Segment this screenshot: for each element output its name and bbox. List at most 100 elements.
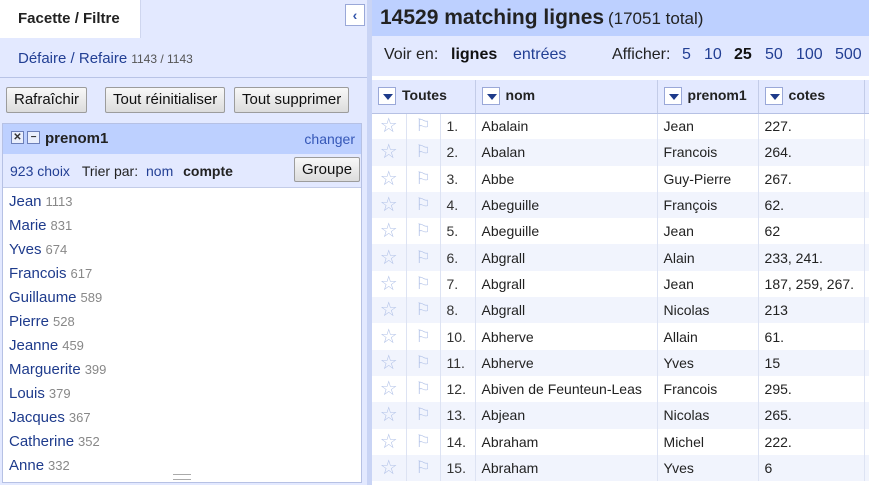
flag-icon[interactable]: ⚐ — [415, 432, 430, 451]
dropdown-arrow-icon[interactable] — [663, 87, 682, 106]
cell-nom[interactable]: Abgrall — [475, 244, 658, 271]
page-size-25[interactable]: 25 — [734, 46, 752, 64]
flag-cell[interactable]: ⚐ — [406, 297, 441, 324]
star-cell[interactable]: ☆ — [372, 402, 407, 429]
flag-cell[interactable]: ⚐ — [406, 428, 441, 455]
sort-by-name-link[interactable]: nom — [146, 163, 173, 179]
facet-choice-name[interactable]: Catherine — [9, 433, 74, 450]
cell-prenom1[interactable]: Nicolas — [657, 297, 759, 324]
cell-cotes[interactable]: 61. — [758, 323, 865, 350]
cell-nom[interactable]: Abeguille — [475, 218, 658, 245]
cell-cotes[interactable]: 6 — [758, 454, 865, 482]
flag-cell[interactable]: ⚐ — [406, 139, 441, 166]
page-size-50[interactable]: 50 — [765, 46, 783, 64]
flag-cell[interactable]: ⚐ — [406, 402, 441, 429]
star-cell[interactable]: ☆ — [372, 375, 407, 403]
facet-choice-name[interactable]: Jacques — [9, 409, 65, 426]
cluster-button[interactable]: Groupe — [294, 157, 361, 182]
flag-cell[interactable]: ⚐ — [406, 349, 441, 376]
facet-choice[interactable]: Anne 332 — [3, 454, 361, 472]
facet-choice[interactable]: Yves 674 — [3, 238, 361, 262]
view-records-option[interactable]: entrées — [513, 46, 566, 64]
cell-nom[interactable]: Abjean — [475, 402, 658, 429]
cell-cotes[interactable]: 227. — [758, 113, 865, 140]
remove-all-button[interactable]: Tout supprimer — [234, 87, 350, 113]
star-icon[interactable]: ☆ — [380, 220, 398, 242]
choices-count-link[interactable]: 923 choix — [10, 163, 70, 179]
flag-cell[interactable]: ⚐ — [406, 218, 441, 245]
star-icon[interactable]: ☆ — [380, 299, 398, 321]
flag-icon[interactable]: ⚐ — [415, 195, 430, 214]
cell-cotes[interactable]: 187, 259, 267. — [758, 270, 865, 298]
reset-all-button[interactable]: Tout réinitialiser — [105, 87, 226, 113]
close-icon[interactable]: ✕ — [11, 131, 24, 144]
cell-nom[interactable]: Abiven de Feunteun-Leas — [475, 375, 658, 403]
facet-choice-name[interactable]: Marie — [9, 217, 47, 234]
facet-choice[interactable]: Marie 831 — [3, 214, 361, 238]
star-icon[interactable]: ☆ — [380, 273, 398, 295]
flag-cell[interactable]: ⚐ — [406, 323, 441, 350]
sort-by-count[interactable]: compte — [183, 163, 233, 179]
facet-choice-name[interactable]: Jeanne — [9, 337, 58, 354]
cell-cotes[interactable]: 233, 241. — [758, 244, 865, 271]
star-icon[interactable]: ☆ — [380, 352, 398, 374]
star-cell[interactable]: ☆ — [372, 323, 407, 350]
cell-cotes[interactable]: 267. — [758, 165, 865, 192]
cell-cotes[interactable]: 62. — [758, 191, 865, 219]
cell-prenom1[interactable]: Allain — [657, 323, 759, 350]
cell-nom[interactable]: Abeguille — [475, 191, 658, 219]
flag-icon[interactable]: ⚐ — [415, 327, 430, 346]
cell-cotes[interactable]: 15 — [758, 349, 865, 376]
cell-prenom1[interactable]: Jean — [657, 218, 759, 245]
flag-cell[interactable]: ⚐ — [406, 375, 441, 403]
cell-prenom1[interactable]: Jean — [657, 270, 759, 298]
flag-icon[interactable]: ⚐ — [415, 405, 430, 424]
facet-choice-name[interactable]: Anne — [9, 457, 44, 472]
minus-icon[interactable]: − — [27, 131, 40, 144]
facet-choice[interactable]: Jean 1113 — [3, 190, 361, 214]
facet-choice-name[interactable]: Yves — [9, 241, 42, 258]
flag-icon[interactable]: ⚐ — [415, 379, 430, 398]
flag-icon[interactable]: ⚐ — [415, 300, 430, 319]
star-cell[interactable]: ☆ — [372, 244, 407, 271]
cell-prenom1[interactable]: Michel — [657, 428, 759, 455]
star-cell[interactable]: ☆ — [372, 428, 407, 455]
star-icon[interactable]: ☆ — [380, 326, 398, 348]
facet-choice[interactable]: Marguerite 399 — [3, 358, 361, 382]
cell-prenom1[interactable]: Yves — [657, 454, 759, 482]
column-header-nom[interactable]: nom — [475, 80, 658, 114]
facet-choice-name[interactable]: Marguerite — [9, 361, 81, 378]
dropdown-arrow-icon[interactable] — [764, 87, 783, 106]
cell-nom[interactable]: Abherve — [475, 323, 658, 350]
page-size-10[interactable]: 10 — [704, 46, 722, 64]
star-icon[interactable]: ☆ — [380, 115, 398, 137]
flag-cell[interactable]: ⚐ — [406, 270, 441, 298]
cell-nom[interactable]: Abgrall — [475, 297, 658, 324]
cell-cotes[interactable]: 295. — [758, 375, 865, 403]
star-cell[interactable]: ☆ — [372, 454, 407, 482]
flag-icon[interactable]: ⚐ — [415, 169, 430, 188]
flag-icon[interactable]: ⚐ — [415, 221, 430, 240]
star-icon[interactable]: ☆ — [380, 378, 398, 400]
star-cell[interactable]: ☆ — [372, 349, 407, 376]
cell-prenom1[interactable]: Alain — [657, 244, 759, 271]
facet-choice-name[interactable]: Louis — [9, 385, 45, 402]
flag-icon[interactable]: ⚐ — [415, 353, 430, 372]
dropdown-arrow-icon[interactable] — [481, 87, 500, 106]
star-icon[interactable]: ☆ — [380, 247, 398, 269]
cell-prenom1[interactable]: Yves — [657, 349, 759, 376]
cell-cotes[interactable]: 62 — [758, 218, 865, 245]
flag-cell[interactable]: ⚐ — [406, 191, 441, 219]
star-icon[interactable]: ☆ — [380, 141, 398, 163]
star-cell[interactable]: ☆ — [372, 139, 407, 166]
facet-choice-name[interactable]: Francois — [9, 265, 67, 282]
star-cell[interactable]: ☆ — [372, 113, 407, 140]
facet-choice[interactable]: Guillaume 589 — [3, 286, 361, 310]
cell-cotes[interactable]: 222. — [758, 428, 865, 455]
flag-icon[interactable]: ⚐ — [415, 142, 430, 161]
star-icon[interactable]: ☆ — [380, 168, 398, 190]
cell-prenom1[interactable]: Guy-Pierre — [657, 165, 759, 192]
star-cell[interactable]: ☆ — [372, 297, 407, 324]
column-header-prenom1[interactable]: prenom1 — [657, 80, 759, 114]
cell-prenom1[interactable]: Francois — [657, 375, 759, 403]
